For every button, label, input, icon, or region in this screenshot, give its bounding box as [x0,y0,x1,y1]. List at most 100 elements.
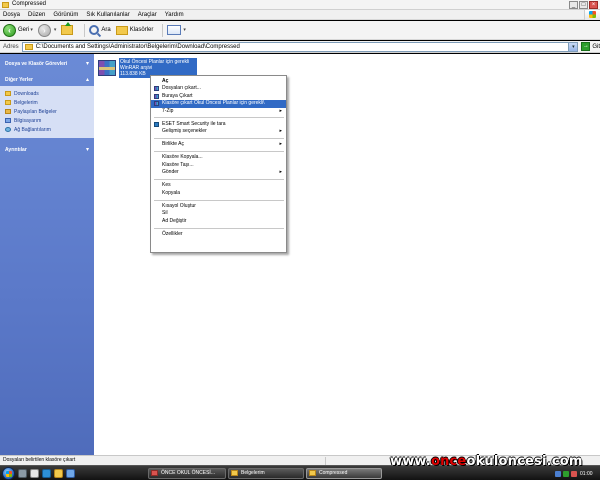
menu-view[interactable]: Görünüm [53,12,78,18]
up-button[interactable] [61,22,75,35]
tray-icon[interactable] [571,470,577,477]
menu-item-cut[interactable]: Kes [151,182,286,189]
menu-item-rename[interactable]: Ad Değiştir [151,218,286,225]
other-places-list: Downloads Belgelerim Paylaşılan Belgeler… [0,86,94,138]
maximize-button[interactable]: □ [579,1,588,9]
menu-item-advanced-options[interactable]: Gelişmiş seçenekler ▸ [151,128,286,135]
quick-launch-icon[interactable] [30,469,39,478]
folders-label: Klasörler [129,27,154,33]
rar-icon [154,93,159,99]
menu-item-copy[interactable]: Kopyala [151,190,286,197]
chevron-down-icon[interactable]: ▾ [86,144,89,156]
menu-item-extract-to-folder[interactable]: Klasöre çıkart Okul Öncesi Planlar için … [151,100,286,108]
minimize-button[interactable]: _ [569,1,578,9]
sidebar-item-label: Downloads [14,90,39,97]
search-button[interactable]: Ara [89,25,111,35]
address-bar: Adres C:\Documents and Settings\Administ… [0,41,600,53]
clock[interactable]: 01:00 [580,471,593,477]
menu-item-open-with[interactable]: Birlikte Aç ▸ [151,141,286,148]
chevron-down-icon[interactable]: ▾ [86,58,89,70]
menu-tools[interactable]: Araçlar [138,12,157,18]
file-folder-tasks-header[interactable]: Dosya ve Klasör Görevleri ▾ [0,58,94,70]
views-button[interactable]: ▾ [167,25,186,35]
show-desktop-icon[interactable] [18,469,27,478]
taskbar-item-label: Compressed [319,470,348,476]
menu-separator [154,179,284,181]
folder-icon [24,43,33,50]
chevron-down-icon[interactable]: ▾ [568,42,578,51]
title-bar: Compressed _ □ × [0,0,600,10]
taskbar-item-my-documents[interactable]: Belgelerim [228,468,304,479]
go-label: Git [592,43,600,50]
menu-edit[interactable]: Düzen [28,12,45,18]
folder-icon[interactable] [54,469,63,478]
menu-item-label: Buraya Çıkart [162,92,193,99]
other-places-header[interactable]: Diğer Yerler ▴ [0,74,94,86]
menu-item-label: Dosyaları çıkart... [162,85,201,92]
details-label: Ayrıntılar [5,147,27,153]
browser-icon[interactable] [42,469,51,478]
sidebar-item-shared-documents[interactable]: Paylaşılan Belgeler [0,107,94,116]
menu-separator [154,199,284,201]
search-label: Ara [101,27,111,33]
folder-up-icon [61,22,74,35]
security-tray-icon[interactable] [563,470,569,477]
close-button[interactable]: × [589,1,598,9]
context-menu: Aç Dosyaları çıkart... Buraya Çıkart Kla… [150,75,287,253]
chevron-down-icon[interactable]: ▾ [30,27,33,33]
sidebar-item-network-places[interactable]: Ağ Bağlantılarım [0,125,94,134]
forward-arrow-icon: › [37,23,51,37]
menu-item-create-shortcut[interactable]: Kısayol Oluştur [151,203,286,210]
network-tray-icon[interactable] [555,470,561,477]
chevron-up-icon[interactable]: ▴ [86,74,89,86]
taskbar-item-document[interactable]: ÖNCE OKUL ÖNCESİ... [148,468,226,479]
details-header[interactable]: Ayrıntılar ▾ [0,144,94,156]
folder-icon [309,470,316,476]
menu-file[interactable]: Dosya [3,12,20,18]
sidebar-item-label: Bilgisayarım [14,117,42,124]
network-icon [5,127,11,132]
menu-item-label: Gelişmiş seçenekler [162,128,207,135]
menu-separator [154,137,284,139]
menu-item-send-to[interactable]: Gönder ▸ [151,169,286,176]
folder-icon [2,2,9,8]
submenu-arrow-icon: ▸ [279,169,282,176]
status-text: Dosyaları belirtilen klasöre çıkart [3,457,76,463]
go-button[interactable]: → Git [581,42,600,51]
menu-item-7zip[interactable]: 7-Zip ▸ [151,108,286,115]
toolbar-separator [84,23,86,37]
quick-launch-icon[interactable] [66,469,75,478]
back-button[interactable]: ‹ Geri ▾ [3,23,33,37]
taskbar-item-label: ÖNCE OKUL ÖNCESİ... [161,470,215,476]
sidebar-item-my-documents[interactable]: Belgelerim [0,98,94,107]
menu-item-copy-to-folder[interactable]: Klasöre Kopyala... [151,154,286,161]
watermark: www.onceokuloncesi.com [390,454,583,469]
menu-favorites[interactable]: Sık Kullanılanlar [86,12,129,18]
submenu-arrow-icon: ▸ [279,141,282,148]
rar-archive-icon[interactable] [98,59,116,76]
address-input[interactable]: C:\Documents and Settings\Administrator\… [21,41,579,52]
taskbar-item-compressed[interactable]: Compressed [306,468,382,479]
sidebar-item-downloads[interactable]: Downloads [0,89,94,98]
sidebar-item-label: Belgelerim [14,99,38,106]
search-icon [89,25,100,35]
chevron-down-icon[interactable]: ▾ [54,27,57,33]
eset-icon [154,121,159,127]
menu-item-eset-scan[interactable]: ESET Smart Security ile tara [151,121,286,128]
status-divider [325,457,326,465]
menu-help[interactable]: Yardım [165,12,184,18]
start-button[interactable] [2,467,15,480]
shared-folder-icon [5,109,11,114]
folders-button[interactable]: Klasörler [115,25,154,35]
menu-item-extract-files[interactable]: Dosyaları çıkart... [151,85,286,92]
back-label: Geri [18,27,30,33]
sidebar-item-my-computer[interactable]: Bilgisayarım [0,116,94,125]
menu-item-move-to-folder[interactable]: Klasöre Taşı... [151,162,286,169]
menu-item-label: 7-Zip [162,107,174,114]
menu-item-open[interactable]: Aç [151,78,286,85]
forward-button[interactable]: › ▾ [37,23,57,37]
menu-item-properties[interactable]: Özellikler [151,231,286,238]
menu-item-delete[interactable]: Sil [151,210,286,217]
address-path[interactable]: C:\Documents and Settings\Administrator\… [36,44,240,50]
chevron-down-icon[interactable]: ▾ [183,27,186,33]
